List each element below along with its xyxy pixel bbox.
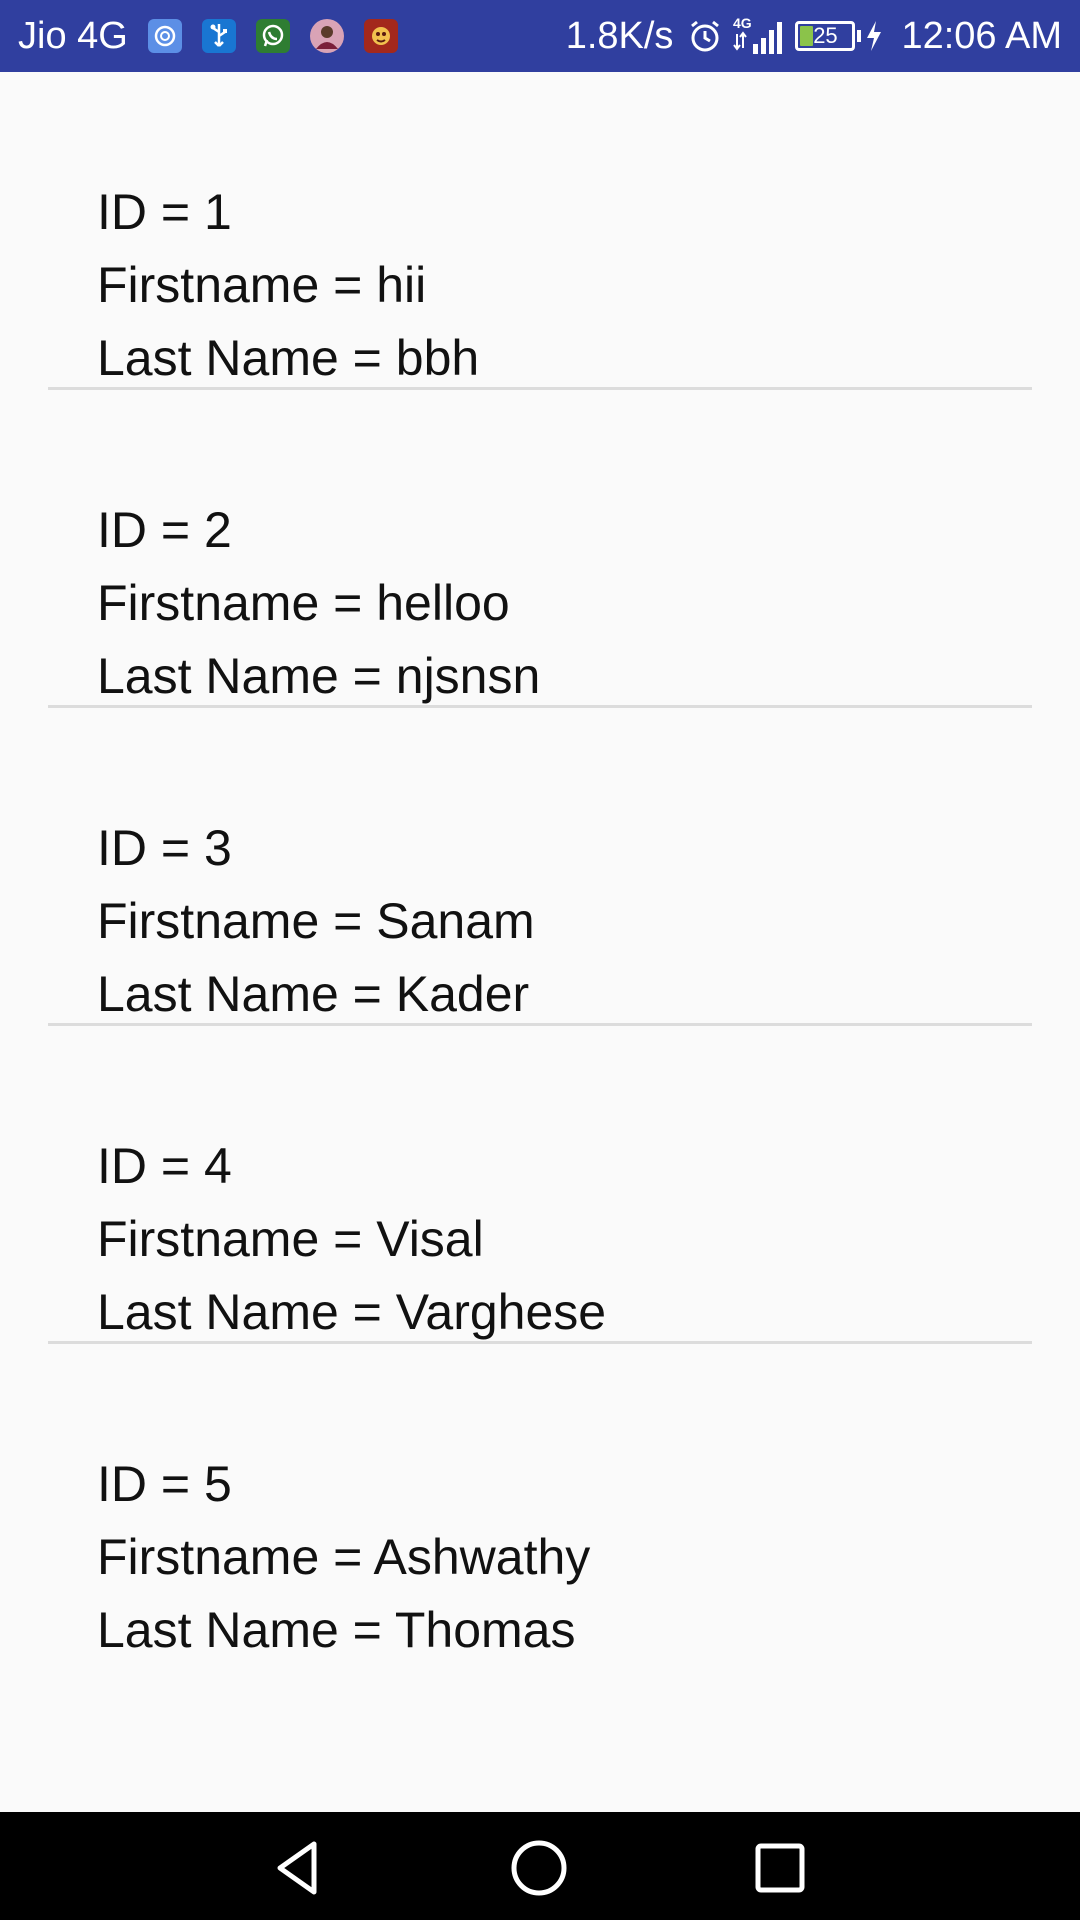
record-firstname: Firstname = Sanam (97, 893, 535, 949)
network-speed: 1.8K/s (565, 14, 674, 57)
status-bar-left: Jio 4G (18, 15, 418, 58)
battery-tip (857, 30, 862, 42)
battery-icon: 25 (795, 21, 856, 51)
home-button[interactable] (509, 1838, 569, 1898)
whatsapp-icon (255, 19, 290, 53)
status-bar-right: 1.8K/s 4G 25 12:06 AM (566, 14, 1062, 58)
clock-time: 12:06 AM (901, 14, 1062, 57)
record-lastname: Last Name = Varghese (97, 1284, 607, 1340)
record-firstname: Firstname = Visal (97, 1211, 484, 1267)
record-firstname: Firstname = helloo (97, 575, 510, 631)
record-lastname: Last Name = Thomas (97, 1602, 576, 1658)
battery-level: 25 (813, 23, 838, 48)
contact-avatar-icon (309, 19, 344, 53)
record-lastname: Last Name = bbh (97, 330, 480, 386)
record-list: ID = 1 Firstname = hii Last Name = bbh I… (0, 72, 1080, 1662)
record-id: ID = 3 (97, 820, 232, 876)
list-item[interactable]: ID = 2 Firstname = helloo Last Name = nj… (0, 390, 1080, 708)
record-lastname: Last Name = njsnsn (97, 648, 541, 704)
record-lastname: Last Name = Kader (97, 966, 530, 1022)
list-item[interactable]: ID = 5 Firstname = Ashwathy Last Name = … (0, 1344, 1080, 1662)
record-firstname: Firstname = Ashwathy (97, 1529, 591, 1585)
recents-button[interactable] (750, 1838, 810, 1898)
alarm-icon (687, 18, 723, 54)
recents-icon (755, 1843, 805, 1893)
back-icon (277, 1841, 317, 1895)
vpn-icon (147, 19, 182, 53)
list-item[interactable]: ID = 3 Firstname = Sanam Last Name = Kad… (0, 708, 1080, 1026)
record-id: ID = 1 (97, 184, 232, 240)
list-item[interactable]: ID = 4 Firstname = Visal Last Name = Var… (0, 1026, 1080, 1344)
record-id: ID = 2 (97, 502, 232, 558)
status-bar: Jio 4G 1.8K/s 4G 25 12:06 AM (0, 0, 1080, 72)
game-icon (363, 19, 398, 53)
carrier-label: Jio 4G (18, 14, 128, 57)
navigation-bar (0, 1812, 1080, 1920)
back-button[interactable] (270, 1838, 330, 1898)
signal-icon: 4G (733, 14, 785, 58)
usb-icon (201, 19, 236, 53)
network-type-label: 4G (733, 15, 752, 31)
record-id: ID = 4 (97, 1138, 232, 1194)
list-item[interactable]: ID = 1 Firstname = hii Last Name = bbh (0, 72, 1080, 390)
record-id: ID = 5 (97, 1456, 232, 1512)
charging-icon (865, 20, 883, 52)
home-icon (511, 1840, 567, 1896)
record-firstname: Firstname = hii (97, 257, 427, 313)
